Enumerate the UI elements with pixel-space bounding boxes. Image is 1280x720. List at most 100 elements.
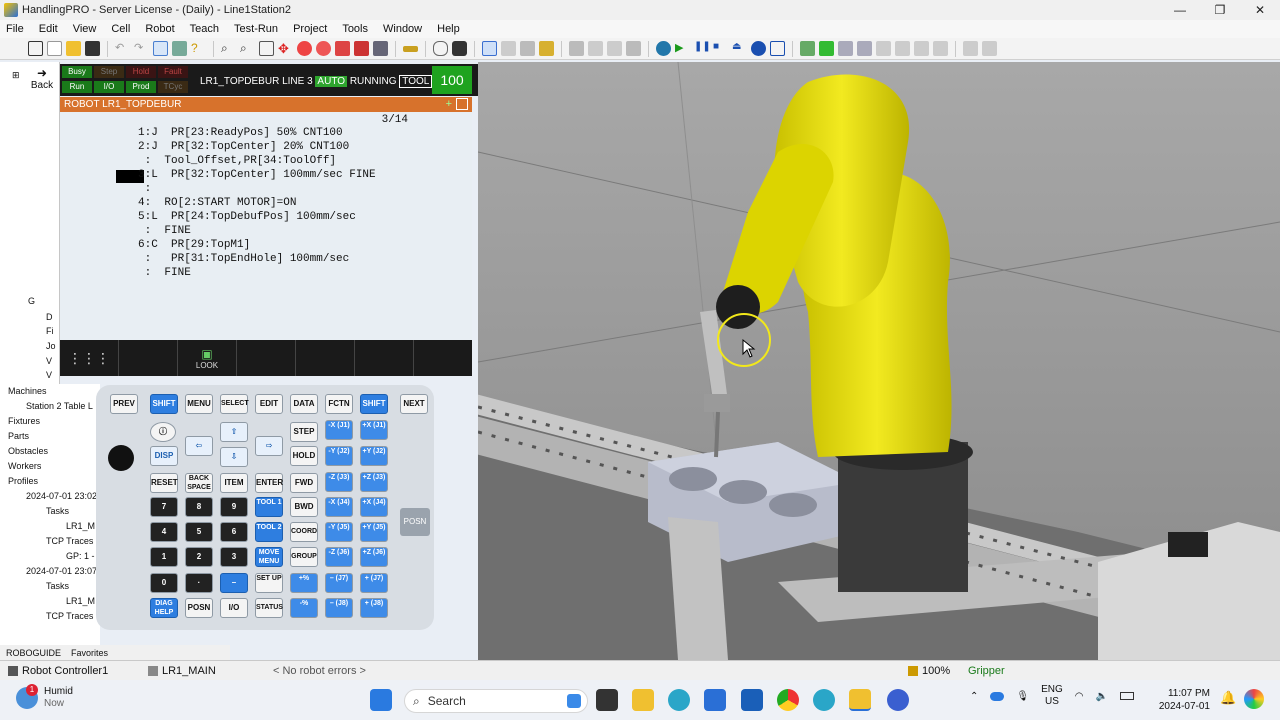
window-add-icon[interactable]: + [446,97,452,112]
key-jog-minus-y[interactable]: -Y (J2) [325,446,353,466]
fkey-menu[interactable]: ⋮⋮⋮ [60,340,119,376]
key-menu[interactable]: MENU [185,394,213,414]
pause-icon[interactable]: ❚❚ [694,41,711,56]
tree-item-v2[interactable]: V [46,370,52,380]
tree-view-icon[interactable] [153,41,168,56]
program-line[interactable]: : [138,183,152,195]
link-icon[interactable] [588,41,603,56]
file-explorer-icon[interactable] [632,689,654,711]
fixture-icon[interactable] [895,41,910,56]
app-icon-2[interactable] [741,689,763,711]
open-folder-icon[interactable] [66,41,81,56]
key-dot[interactable]: · [185,573,213,593]
menu-file[interactable]: File [6,23,24,35]
chart-icon[interactable] [172,41,187,56]
windows-start-icon[interactable] [370,689,392,711]
camera-icon[interactable] [452,41,467,56]
onedrive-icon[interactable] [990,691,1005,701]
key-arrow-left[interactable]: ⇦ [185,436,213,456]
target-icon[interactable] [335,41,350,56]
key-9[interactable]: 9 [220,497,248,517]
key-setup[interactable]: SET UP [255,573,283,593]
key-2[interactable]: 2 [185,547,213,567]
fkey-2[interactable] [119,340,178,376]
back-button[interactable]: ➜ Back [30,66,54,91]
menu-cell[interactable]: Cell [111,23,130,35]
chrome-icon[interactable] [777,689,799,711]
key-next[interactable]: NEXT [400,394,428,414]
key-step[interactable]: STEP [290,422,318,442]
move-icon[interactable]: ✥ [278,41,293,56]
connect-icon[interactable] [819,41,834,56]
language-indicator[interactable]: ENG US [1041,684,1063,708]
window-split-icon[interactable] [456,98,468,110]
fkey-7[interactable] [414,340,472,376]
tree-gp1[interactable]: GP: 1 - [66,551,95,561]
save-icon[interactable] [85,41,100,56]
taskbar-clock[interactable]: 11:07 PM 2024-07-01 [1158,687,1210,713]
tree-lr1-main-1[interactable]: LR1_M [66,521,95,531]
key-jog-minus-j8[interactable]: – (J8) [325,598,353,618]
settings-icon[interactable] [838,41,853,56]
store-icon[interactable] [704,689,726,711]
program-line[interactable]: 6:C PR[29:TopM1] [138,239,250,251]
key-5[interactable]: 5 [185,522,213,542]
task-view-icon[interactable] [596,689,618,711]
tree-lr1-main-2[interactable]: LR1_M [66,596,95,606]
menu-view[interactable]: View [73,23,97,35]
program-line[interactable]: 2:J PR[32:TopCenter] 20% CNT100 [138,141,349,153]
menu-help[interactable]: Help [437,23,460,35]
path-icon[interactable] [520,41,535,56]
program-line[interactable]: : Tool_Offset,PR[34:ToolOff] [138,155,336,167]
on-off-dial[interactable] [108,445,134,471]
zoom-icon[interactable]: ⌕ [221,41,236,56]
tree-item-v1[interactable]: V [46,356,52,366]
key-jog-plus-j4[interactable]: +X (J4) [360,497,388,517]
key-arrow-right[interactable]: ⇨ [255,436,283,456]
menu-tools[interactable]: Tools [342,23,368,35]
roboguide-taskbar-icon[interactable] [849,689,871,711]
menu-robot[interactable]: Robot [145,23,174,35]
edge-beta-icon[interactable] [813,689,835,711]
key-minus[interactable]: – [220,573,248,593]
key-tool2[interactable]: TOOL 2 [255,522,283,542]
key-coord[interactable]: COORD [290,522,318,542]
key-status[interactable]: STATUS [255,598,283,618]
menu-edit[interactable]: Edit [39,23,58,35]
undo-icon[interactable]: ↶ [115,41,130,56]
taskbar-search[interactable]: ⌕ Search [404,689,588,713]
tree-item-g[interactable]: G [28,296,35,306]
io-icon[interactable] [607,41,622,56]
tab-favorites[interactable]: Favorites [71,648,108,658]
key-jog-minus-j7[interactable]: – (J7) [325,573,353,593]
key-3[interactable]: 3 [220,547,248,567]
teach-pendant-icon[interactable] [482,41,497,56]
ruler-icon[interactable] [403,45,418,52]
key-item[interactable]: ITEM [220,473,248,493]
part-icon[interactable] [800,41,815,56]
weather-widget[interactable]: 1 Humid Now [16,684,73,710]
key-prev[interactable]: PREV [110,394,138,414]
tray-chevron-icon[interactable]: ⌃ [970,691,978,702]
panel-icon[interactable] [770,41,785,56]
tree-fixtures[interactable]: Fixtures [8,416,40,426]
key-jog-plus-j7[interactable]: + (J7) [360,573,388,593]
key-reset[interactable]: RESET [150,473,178,493]
maximize-button[interactable]: ❐ [1200,0,1240,20]
program-line[interactable]: : FINE [138,225,191,237]
tree-machines[interactable]: Machines [8,386,47,396]
key-speed-up[interactable]: +% [290,573,318,593]
key-jog-plus-y[interactable]: +Y (J2) [360,446,388,466]
sync-icon[interactable] [626,41,641,56]
tree-item-d[interactable]: D [46,312,53,322]
key-4[interactable]: 4 [150,522,178,542]
eject-icon[interactable]: ⏏ [732,41,747,56]
network-icon[interactable] [569,41,584,56]
key-bwd[interactable]: BWD [290,497,318,517]
edge-icon[interactable] [668,689,690,711]
key-enter[interactable]: ENTER [255,473,283,493]
battery-icon[interactable] [1119,692,1134,700]
program-line[interactable]: : PR[31:TopEndHole] 100mm/sec [138,253,350,265]
tree-profiles[interactable]: Profiles [8,476,38,486]
notification-bell-icon[interactable]: 🔔 [1220,690,1236,706]
